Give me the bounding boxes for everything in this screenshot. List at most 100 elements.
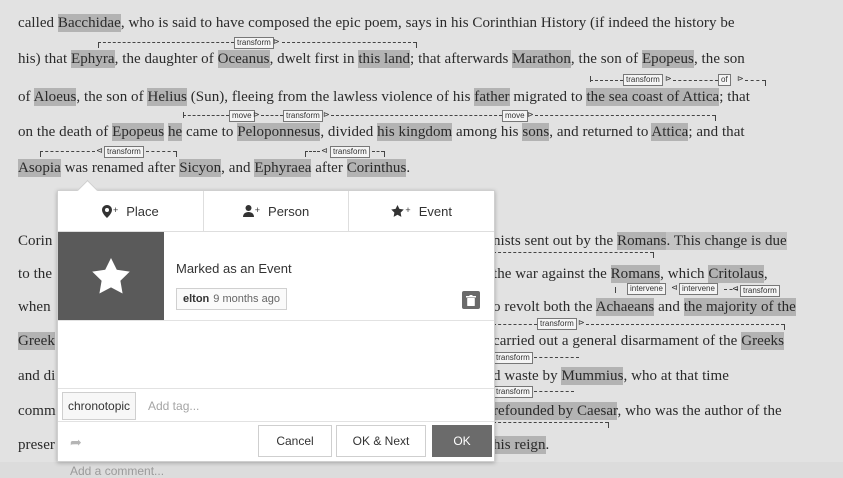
relation-connector xyxy=(715,115,716,121)
tag-input[interactable]: Add tag... xyxy=(148,399,199,413)
highlighted-entity[interactable]: Epopeus xyxy=(112,123,165,141)
text-line-2: his) that Ephyra, the daughter of Oceanu… xyxy=(18,50,745,68)
relation-connector xyxy=(331,115,502,116)
highlighted-entity[interactable]: his kingdom xyxy=(377,123,453,141)
relation-label-move[interactable]: move xyxy=(229,110,255,122)
text-span: ; that xyxy=(719,89,750,105)
relation-label-transform[interactable]: transform xyxy=(493,386,533,398)
highlighted-entity[interactable]: Helius xyxy=(147,88,187,106)
relation-label-transform[interactable]: transform xyxy=(537,318,577,330)
highlighted-entity[interactable]: Critolaus xyxy=(708,265,764,283)
arrow-right-icon: ⊳ xyxy=(665,74,672,83)
relation-label-of[interactable]: of xyxy=(718,74,731,86)
tab-person[interactable]: + Person xyxy=(204,191,350,231)
relation-connector xyxy=(384,151,385,157)
author-name[interactable]: elton xyxy=(183,293,209,305)
relation-connector xyxy=(176,151,177,157)
comment-input[interactable]: Add a comment... xyxy=(58,321,494,478)
highlighted-span[interactable]: . This change is due xyxy=(666,232,787,250)
highlighted-entity[interactable]: Asopia xyxy=(18,159,61,177)
arrow-right-icon: ⊳ xyxy=(527,110,534,119)
annotation-meta: elton 9 months ago xyxy=(176,288,287,310)
text-span: , who was the author of the xyxy=(617,403,782,419)
text-fragment-left: comm xyxy=(18,403,56,419)
highlighted-entity[interactable]: Ephyraea xyxy=(254,159,312,177)
highlighted-entity[interactable]: this land xyxy=(358,50,411,68)
text-span: his) that xyxy=(18,51,71,67)
relation-connector xyxy=(608,422,609,428)
highlighted-entity[interactable]: Attica xyxy=(651,123,689,141)
highlighted-entity[interactable]: Achaeans xyxy=(595,298,655,316)
relation-label-transform[interactable]: transform xyxy=(493,352,533,364)
highlighted-entity[interactable]: father xyxy=(474,88,510,106)
highlighted-entity[interactable]: Bacchidae xyxy=(57,14,121,32)
relation-connector xyxy=(183,115,229,116)
text-span: and xyxy=(654,299,684,315)
cancel-button[interactable]: Cancel xyxy=(258,425,332,457)
relation-label-transform[interactable]: transform xyxy=(283,110,323,122)
text-span: , which xyxy=(660,266,709,282)
relation-connector xyxy=(534,357,579,358)
relation-connector xyxy=(784,324,785,330)
text-span: carried out a general disarmament of the xyxy=(493,333,742,349)
text-span: ; that afterwards xyxy=(410,51,513,67)
highlighted-entity[interactable]: Peloponnesus xyxy=(237,123,321,141)
highlighted-entity[interactable]: sons xyxy=(522,123,550,141)
highlighted-entity[interactable]: Ephyra xyxy=(71,50,115,68)
highlighted-entity[interactable]: Romans xyxy=(617,232,667,250)
popup-footer: ➦ Cancel OK & Next OK xyxy=(58,421,494,461)
ok-button[interactable]: OK xyxy=(432,425,492,457)
text-fragment-left: Greek xyxy=(18,332,55,350)
highlighted-entity[interactable]: Corinthus xyxy=(346,159,407,177)
text-span: , and xyxy=(221,160,255,176)
tab-place[interactable]: + Place xyxy=(58,191,204,231)
highlighted-entity[interactable]: Marathon xyxy=(512,50,571,68)
highlighted-entity[interactable]: Caesar xyxy=(576,402,618,420)
text-span: ; and that xyxy=(688,124,745,140)
highlighted-entity[interactable]: Oceanus xyxy=(217,50,270,68)
relation-label-transform[interactable]: transform xyxy=(104,146,144,158)
highlighted-entity[interactable]: Epopeus xyxy=(641,50,694,68)
relation-connector xyxy=(653,252,654,258)
text-line-right: refounded by Caesar, who was the author … xyxy=(493,402,782,420)
highlighted-entity[interactable]: he xyxy=(167,123,183,141)
tab-event[interactable]: + Event xyxy=(349,191,494,231)
relation-label-transform[interactable]: transform xyxy=(740,285,780,297)
highlighted-entity[interactable]: the sea coast of Attica xyxy=(586,88,720,106)
tab-person-label: Person xyxy=(268,203,310,219)
highlighted-entity[interactable]: Greek xyxy=(18,332,55,350)
text-line-1: called Bacchidae, who is said to have co… xyxy=(18,14,735,32)
relation-label-intervene[interactable]: intervene xyxy=(627,283,666,295)
delete-button[interactable] xyxy=(462,291,480,309)
relation-connector xyxy=(534,391,574,392)
text-span: among his xyxy=(452,124,523,140)
relation-label-transform[interactable]: transform xyxy=(330,146,370,158)
share-icon[interactable]: ➦ xyxy=(70,434,82,451)
relation-connector xyxy=(673,80,718,81)
text-span: . xyxy=(545,437,550,453)
relation-label-move[interactable]: move xyxy=(502,110,528,122)
highlighted-entity[interactable]: Aloeus xyxy=(33,88,77,106)
text-span: , who is said to have composed the epic … xyxy=(120,15,735,31)
tab-place-label: Place xyxy=(126,203,159,219)
highlighted-entity[interactable]: Romans xyxy=(610,265,661,283)
text-span: (Sun), fleeing from the lawless violence… xyxy=(186,89,475,105)
highlighted-entity[interactable]: Sicyon xyxy=(179,159,222,177)
tag-chip[interactable]: chronotopic xyxy=(62,392,137,420)
text-fragment-left: to the xyxy=(18,266,53,282)
highlighted-entity[interactable]: his reign xyxy=(493,436,546,454)
relation-label-transform[interactable]: transform xyxy=(623,74,663,86)
highlighted-entity[interactable]: Greeks xyxy=(741,332,784,350)
highlighted-entity[interactable]: Mummius xyxy=(561,367,624,385)
relation-connector xyxy=(40,151,95,152)
relation-connector xyxy=(765,80,766,86)
highlighted-entity[interactable]: refounded by xyxy=(493,402,577,420)
relation-label-transform[interactable]: transform xyxy=(234,37,274,49)
ok-next-button[interactable]: OK & Next xyxy=(336,425,426,457)
person-plus-icon: + xyxy=(242,205,260,217)
relation-connector xyxy=(493,422,608,423)
highlighted-entity[interactable]: the majority of the xyxy=(683,298,796,316)
relation-connector xyxy=(590,80,623,81)
relation-label-intervene[interactable]: intervene xyxy=(679,283,718,295)
event-type-badge xyxy=(58,232,164,320)
